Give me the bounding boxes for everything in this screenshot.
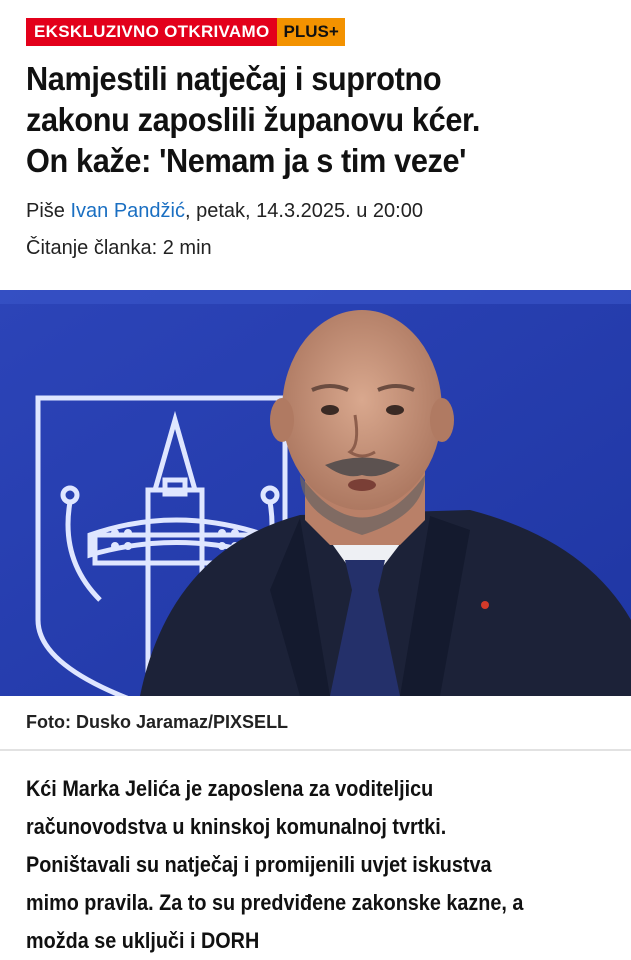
byline: Piše Ivan Pandžić, petak, 14.3.2025. u 2… <box>26 200 423 223</box>
lead-line: mimo pravila. Za to su predviđene zakons… <box>26 890 524 915</box>
headline-line: On kaže: 'Nemam ja s tim veze' <box>26 142 467 179</box>
byline-prefix: Piše <box>26 200 71 222</box>
article-photo[interactable] <box>0 290 631 696</box>
exclusive-badge[interactable]: EKSKLUZIVNO OTKRIVAMO <box>26 18 278 46</box>
photo-caption: Foto: Dusko Jaramaz/PIXSELL <box>26 712 289 732</box>
headline-line: zakonu zaposlili županovu kćer. <box>26 101 481 138</box>
article-headline: Namjestili natječaj i suprotno zakonu za… <box>26 58 575 181</box>
section-divider <box>0 749 631 751</box>
author-link[interactable]: Ivan Pandžić <box>70 200 185 222</box>
photo-illustration <box>0 290 631 696</box>
lead-line: računovodstva u kninskoj komunalnoj tvrt… <box>26 814 447 839</box>
lead-line: možda se uključi i DORH <box>26 928 260 953</box>
lead-line: Kći Marka Jelića je zaposlena za voditel… <box>26 776 434 801</box>
plus-badge[interactable]: PLUS+ <box>277 18 345 46</box>
headline-line: Namjestili natječaj i suprotno <box>26 60 442 97</box>
lead-line: Poništavali su natječaj i promijenili uv… <box>26 852 492 877</box>
reading-time: Čitanje članka: 2 min <box>26 237 212 259</box>
article-badges: EKSKLUZIVNO OTKRIVAMO PLUS+ <box>26 18 345 46</box>
article-lead: Kći Marka Jelića je zaposlena za voditel… <box>26 770 557 960</box>
publish-date: , petak, 14.3.2025. u 20:00 <box>184 200 423 222</box>
